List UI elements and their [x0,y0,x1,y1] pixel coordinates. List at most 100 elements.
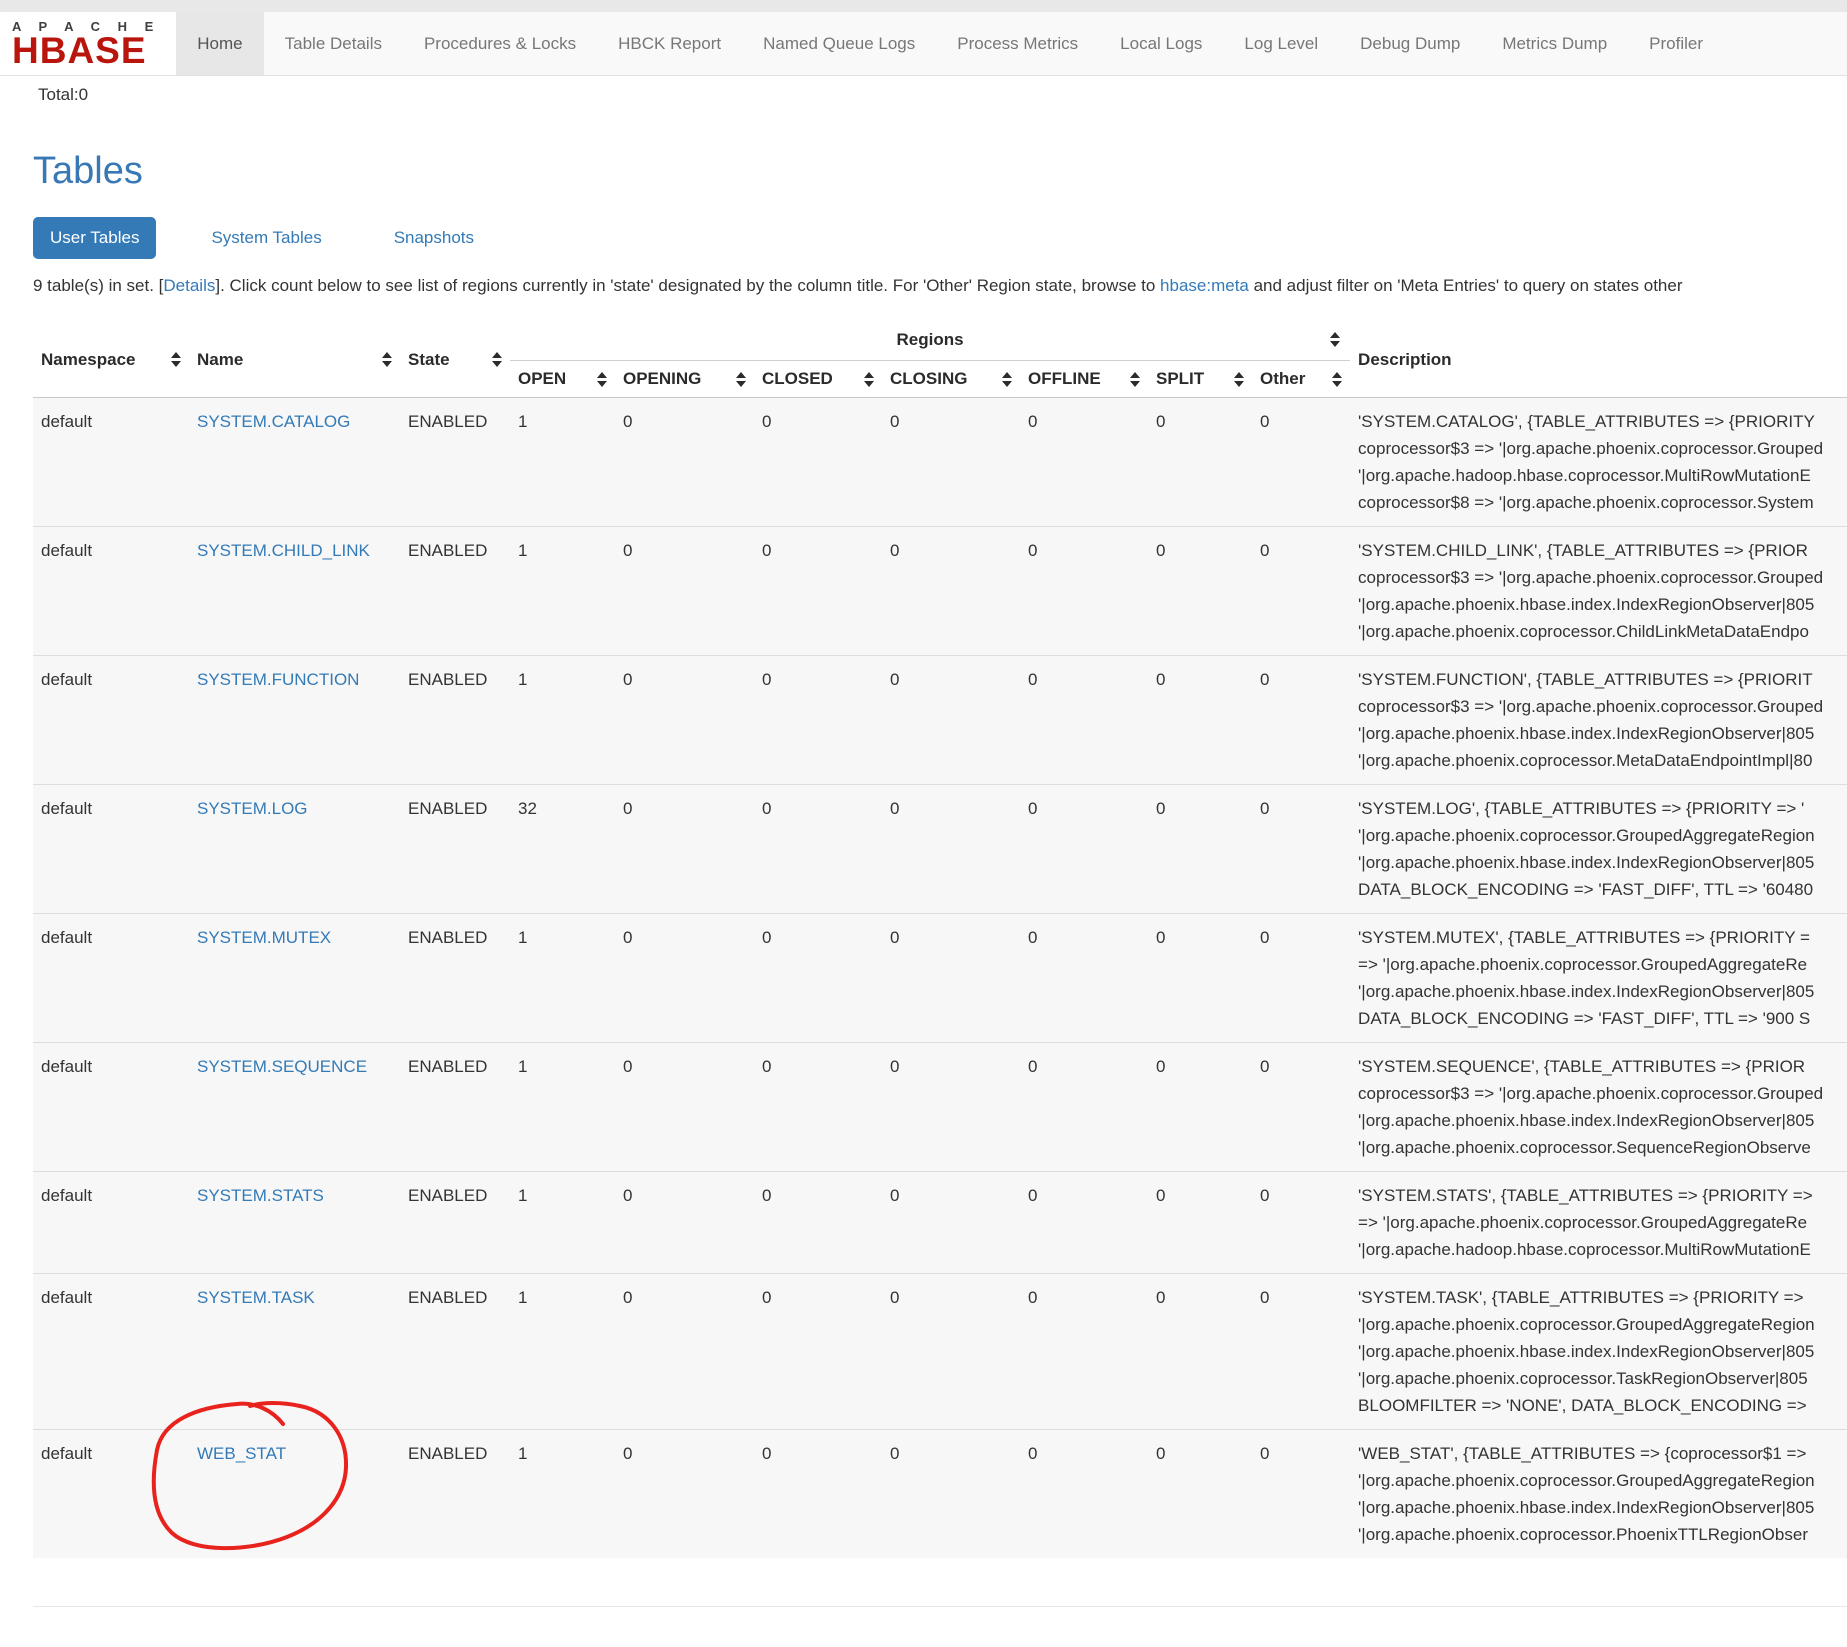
open-count[interactable]: 32 [510,785,615,914]
other-count[interactable]: 0 [1252,914,1350,1043]
header-state[interactable]: State [400,316,510,398]
hbase-logo[interactable]: A P A C H E HBASE [0,12,176,75]
offline-count[interactable]: 0 [1020,656,1148,785]
closed-count[interactable]: 0 [754,527,882,656]
table-name-link[interactable]: SYSTEM.SEQUENCE [197,1057,367,1076]
open-count[interactable]: 1 [510,1430,615,1559]
header-name[interactable]: Name [189,316,400,398]
tab-user-tables[interactable]: User Tables [33,217,156,259]
offline-count[interactable]: 0 [1020,914,1148,1043]
header-closing[interactable]: CLOSING [882,361,1020,398]
split-count[interactable]: 0 [1148,1274,1252,1430]
open-count[interactable]: 1 [510,398,615,527]
nav-item-profiler[interactable]: Profiler [1628,12,1724,75]
other-count[interactable]: 0 [1252,656,1350,785]
sort-icon[interactable] [1234,372,1244,387]
nav-item-hbck-report[interactable]: HBCK Report [597,12,742,75]
sort-icon[interactable] [864,372,874,387]
nav-item-process-metrics[interactable]: Process Metrics [936,12,1099,75]
table-name-link[interactable]: SYSTEM.STATS [197,1186,324,1205]
sort-icon[interactable] [597,372,607,387]
header-other[interactable]: Other [1252,361,1350,398]
split-count[interactable]: 0 [1148,1043,1252,1172]
closing-count[interactable]: 0 [882,1430,1020,1559]
split-count[interactable]: 0 [1148,656,1252,785]
closed-count[interactable]: 0 [754,398,882,527]
table-name-link[interactable]: SYSTEM.TASK [197,1288,315,1307]
split-count[interactable]: 0 [1148,1172,1252,1274]
open-count[interactable]: 1 [510,914,615,1043]
header-regions-group[interactable]: Regions [510,316,1350,361]
closed-count[interactable]: 0 [754,785,882,914]
nav-item-named-queue-logs[interactable]: Named Queue Logs [742,12,936,75]
sort-icon[interactable] [1330,332,1340,347]
open-count[interactable]: 1 [510,656,615,785]
opening-count[interactable]: 0 [615,914,754,1043]
header-open[interactable]: OPEN [510,361,615,398]
closed-count[interactable]: 0 [754,656,882,785]
closing-count[interactable]: 0 [882,1274,1020,1430]
offline-count[interactable]: 0 [1020,1043,1148,1172]
other-count[interactable]: 0 [1252,398,1350,527]
offline-count[interactable]: 0 [1020,785,1148,914]
sort-icon[interactable] [382,352,392,367]
split-count[interactable]: 0 [1148,527,1252,656]
header-namespace[interactable]: Namespace [33,316,189,398]
closed-count[interactable]: 0 [754,1172,882,1274]
closing-count[interactable]: 0 [882,785,1020,914]
sort-icon[interactable] [171,352,181,367]
other-count[interactable]: 0 [1252,1172,1350,1274]
details-link[interactable]: Details [163,276,215,295]
table-name-link[interactable]: WEB_STAT [197,1444,286,1463]
closing-count[interactable]: 0 [882,1043,1020,1172]
split-count[interactable]: 0 [1148,914,1252,1043]
nav-item-table-details[interactable]: Table Details [264,12,403,75]
hbase-meta-link[interactable]: hbase:meta [1160,276,1249,295]
nav-item-debug-dump[interactable]: Debug Dump [1339,12,1481,75]
split-count[interactable]: 0 [1148,785,1252,914]
closing-count[interactable]: 0 [882,398,1020,527]
opening-count[interactable]: 0 [615,1172,754,1274]
sort-icon[interactable] [492,352,502,367]
nav-item-home[interactable]: Home [176,12,263,75]
nav-item-local-logs[interactable]: Local Logs [1099,12,1223,75]
table-name-link[interactable]: SYSTEM.MUTEX [197,928,331,947]
split-count[interactable]: 0 [1148,1430,1252,1559]
open-count[interactable]: 1 [510,527,615,656]
split-count[interactable]: 0 [1148,398,1252,527]
table-name-link[interactable]: SYSTEM.CHILD_LINK [197,541,370,560]
closed-count[interactable]: 0 [754,1043,882,1172]
header-opening[interactable]: OPENING [615,361,754,398]
offline-count[interactable]: 0 [1020,1274,1148,1430]
closed-count[interactable]: 0 [754,1430,882,1559]
closing-count[interactable]: 0 [882,1172,1020,1274]
tab-snapshots[interactable]: Snapshots [377,217,491,259]
opening-count[interactable]: 0 [615,656,754,785]
closing-count[interactable]: 0 [882,656,1020,785]
closed-count[interactable]: 0 [754,1274,882,1430]
opening-count[interactable]: 0 [615,1430,754,1559]
open-count[interactable]: 1 [510,1274,615,1430]
opening-count[interactable]: 0 [615,1043,754,1172]
header-closed[interactable]: CLOSED [754,361,882,398]
opening-count[interactable]: 0 [615,527,754,656]
other-count[interactable]: 0 [1252,1274,1350,1430]
sort-icon[interactable] [1002,372,1012,387]
offline-count[interactable]: 0 [1020,1430,1148,1559]
opening-count[interactable]: 0 [615,785,754,914]
offline-count[interactable]: 0 [1020,398,1148,527]
offline-count[interactable]: 0 [1020,1172,1148,1274]
tab-system-tables[interactable]: System Tables [194,217,338,259]
other-count[interactable]: 0 [1252,1430,1350,1559]
table-name-link[interactable]: SYSTEM.FUNCTION [197,670,359,689]
opening-count[interactable]: 0 [615,398,754,527]
open-count[interactable]: 1 [510,1043,615,1172]
opening-count[interactable]: 0 [615,1274,754,1430]
header-offline[interactable]: OFFLINE [1020,361,1148,398]
closing-count[interactable]: 0 [882,914,1020,1043]
other-count[interactable]: 0 [1252,785,1350,914]
nav-item-metrics-dump[interactable]: Metrics Dump [1481,12,1628,75]
nav-item-procedures-locks[interactable]: Procedures & Locks [403,12,597,75]
table-name-link[interactable]: SYSTEM.CATALOG [197,412,350,431]
table-name-link[interactable]: SYSTEM.LOG [197,799,308,818]
